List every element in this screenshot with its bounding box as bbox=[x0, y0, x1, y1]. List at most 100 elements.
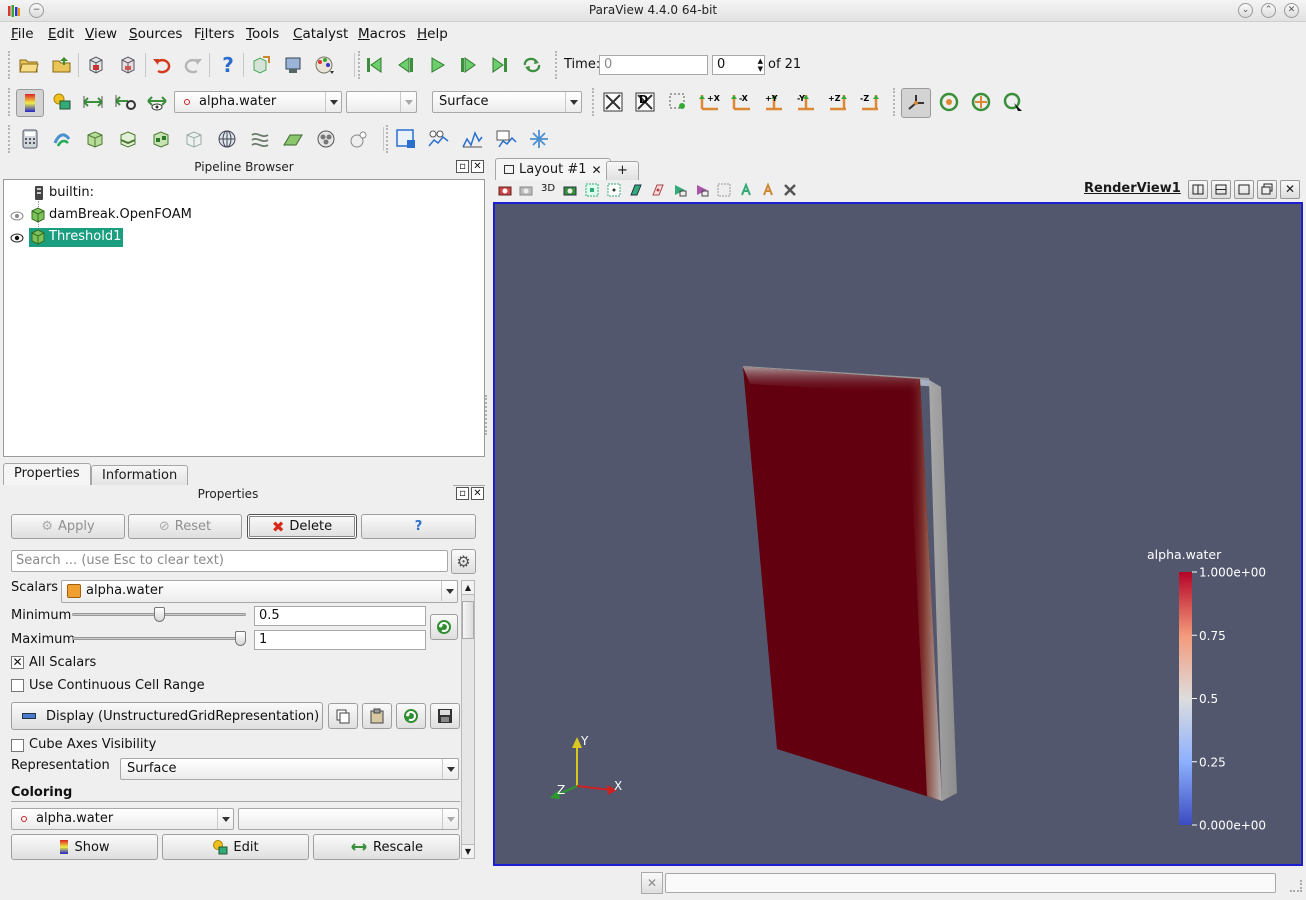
clip-icon[interactable] bbox=[83, 127, 107, 151]
toolbar-grip[interactable] bbox=[555, 51, 559, 79]
float-panel-button[interactable]: ▫ bbox=[456, 487, 469, 500]
all-scalars-checkbox[interactable]: ✕ bbox=[11, 656, 24, 669]
slice-icon[interactable] bbox=[116, 127, 140, 151]
view-minus-y-icon[interactable]: -Y bbox=[794, 90, 818, 114]
save-state-icon[interactable] bbox=[116, 53, 140, 77]
open-file-icon[interactable] bbox=[17, 53, 41, 77]
view-plus-y-icon[interactable]: +Y bbox=[762, 90, 786, 114]
view-minus-x-icon[interactable]: -X bbox=[730, 90, 754, 114]
disconnect-server-icon[interactable] bbox=[281, 53, 305, 77]
reset-center-icon[interactable] bbox=[937, 90, 961, 114]
pipeline-item-dambreak[interactable]: damBreak.OpenFOAM bbox=[49, 207, 192, 222]
splitter-handle[interactable] bbox=[485, 395, 489, 435]
progress-abort-button[interactable]: ✕ bbox=[641, 872, 663, 894]
split-vertical-button[interactable] bbox=[1211, 180, 1231, 199]
maximize-button[interactable]: ⌃ bbox=[1261, 3, 1276, 18]
rescale-range-icon[interactable] bbox=[81, 90, 105, 114]
view-plus-x-icon[interactable]: +X bbox=[698, 90, 722, 114]
clear-selection-icon[interactable] bbox=[783, 183, 797, 201]
menu-edit[interactable]: Edit bbox=[48, 26, 74, 42]
resize-grip[interactable] bbox=[1290, 880, 1302, 892]
calculator-icon[interactable] bbox=[18, 127, 42, 151]
advanced-settings-button[interactable]: ⚙ bbox=[451, 549, 476, 574]
eye-icon[interactable] bbox=[10, 232, 24, 247]
maximum-slider-handle[interactable] bbox=[235, 631, 246, 646]
clear-selection-grid-icon[interactable] bbox=[717, 183, 731, 201]
delete-button[interactable]: ✖ Delete bbox=[247, 514, 357, 539]
search-input[interactable]: Search ... (use Esc to clear text) bbox=[11, 550, 448, 572]
interactive-select-icon[interactable] bbox=[695, 183, 709, 201]
close-window-button[interactable]: ✕ bbox=[1284, 3, 1299, 18]
last-frame-icon[interactable] bbox=[488, 53, 512, 77]
add-layout-tab[interactable]: + bbox=[606, 161, 639, 180]
toolbar-grip[interactable] bbox=[592, 88, 596, 116]
properties-scrollbar[interactable]: ▲ ▼ bbox=[461, 580, 475, 859]
view-mode-toggle[interactable]: 3D bbox=[541, 183, 555, 194]
select-block-icon[interactable] bbox=[673, 183, 687, 201]
color-by-combo[interactable]: alpha.water bbox=[174, 91, 342, 113]
tab-layout-1[interactable]: Layout #1 ✕ bbox=[495, 158, 611, 180]
undo-icon[interactable] bbox=[150, 53, 174, 77]
color-palette-icon[interactable] bbox=[313, 53, 337, 77]
rescale-visible-range-icon[interactable] bbox=[145, 90, 169, 114]
select-points-surface-icon[interactable] bbox=[607, 183, 621, 201]
next-frame-icon[interactable] bbox=[456, 53, 480, 77]
menu-catalyst[interactable]: Catalyst bbox=[293, 26, 348, 42]
menu-sources[interactable]: Sources bbox=[129, 26, 182, 42]
reload-properties-button[interactable] bbox=[396, 703, 426, 729]
select-cells-frustum-icon[interactable] bbox=[629, 183, 643, 201]
tab-properties[interactable]: Properties bbox=[3, 463, 91, 487]
close-view-button[interactable]: ✕ bbox=[1280, 180, 1300, 199]
pipeline-item-builtin[interactable]: builtin: bbox=[49, 185, 94, 200]
minimize-button[interactable]: ⌄ bbox=[1238, 3, 1253, 18]
select-cells-icon[interactable] bbox=[394, 127, 418, 151]
spin-down-icon[interactable]: ▼ bbox=[758, 65, 763, 73]
first-frame-icon[interactable] bbox=[362, 53, 386, 77]
toolbar-grip[interactable] bbox=[893, 88, 897, 116]
connect-server-icon[interactable] bbox=[249, 53, 273, 77]
representation-combo[interactable]: Surface bbox=[432, 91, 582, 113]
rescale-custom-range-icon[interactable] bbox=[113, 90, 137, 114]
loop-icon[interactable] bbox=[520, 53, 544, 77]
zoom-to-data-icon[interactable]: D bbox=[633, 90, 657, 114]
plot-data-icon[interactable] bbox=[460, 127, 484, 151]
menu-help[interactable]: Help bbox=[417, 26, 448, 42]
menu-file[interactable]: File bbox=[11, 26, 34, 42]
rescale-button[interactable]: Rescale bbox=[313, 834, 460, 860]
reset-button[interactable]: ⊘ Reset bbox=[128, 514, 242, 539]
glyph-icon[interactable] bbox=[215, 127, 239, 151]
plot-over-line-icon[interactable] bbox=[427, 127, 451, 151]
menu-tools[interactable]: Tools bbox=[246, 26, 279, 42]
interactive-center-icon[interactable] bbox=[1001, 90, 1025, 114]
float-view-button[interactable] bbox=[1257, 180, 1277, 199]
minimum-slider-handle[interactable] bbox=[153, 607, 165, 622]
stream-tracer-icon[interactable] bbox=[248, 127, 272, 151]
plot-selection-icon[interactable] bbox=[494, 127, 518, 151]
toolbar-grip[interactable] bbox=[386, 125, 390, 153]
help-icon[interactable]: ? bbox=[216, 53, 240, 77]
view-plus-z-icon[interactable]: +Z bbox=[826, 90, 850, 114]
reset-range-button[interactable] bbox=[430, 614, 458, 640]
toolbar-grip[interactable] bbox=[8, 125, 12, 153]
capture-image-icon[interactable] bbox=[498, 183, 512, 201]
edit-colormap-button[interactable]: Edit bbox=[162, 834, 309, 860]
pick-center-icon[interactable] bbox=[969, 90, 993, 114]
group-datasets-icon[interactable] bbox=[314, 127, 338, 151]
select-cells-surface-icon[interactable] bbox=[585, 183, 599, 201]
menu-view[interactable]: View bbox=[85, 26, 117, 42]
show-center-axes-icon[interactable] bbox=[901, 88, 931, 118]
toolbar-grip[interactable] bbox=[8, 51, 12, 79]
time-value-field[interactable]: 0 bbox=[599, 55, 708, 75]
help-button[interactable]: ? bbox=[361, 514, 476, 539]
save-data-icon[interactable] bbox=[84, 53, 108, 77]
edit-color-map-icon[interactable] bbox=[50, 90, 74, 114]
spin-up-icon[interactable]: ▲ bbox=[758, 57, 763, 65]
toggle-color-legend-icon[interactable] bbox=[16, 89, 44, 117]
time-step-spinbox[interactable]: 0 ▲ ▼ bbox=[712, 55, 765, 75]
tab-information[interactable]: Information bbox=[91, 465, 189, 487]
select-labels-points-icon[interactable] bbox=[761, 182, 775, 201]
select-labels-icon[interactable] bbox=[739, 182, 753, 201]
eye-icon[interactable] bbox=[10, 210, 24, 225]
previous-frame-icon[interactable] bbox=[394, 53, 418, 77]
show-legend-button[interactable]: Show bbox=[11, 834, 158, 860]
